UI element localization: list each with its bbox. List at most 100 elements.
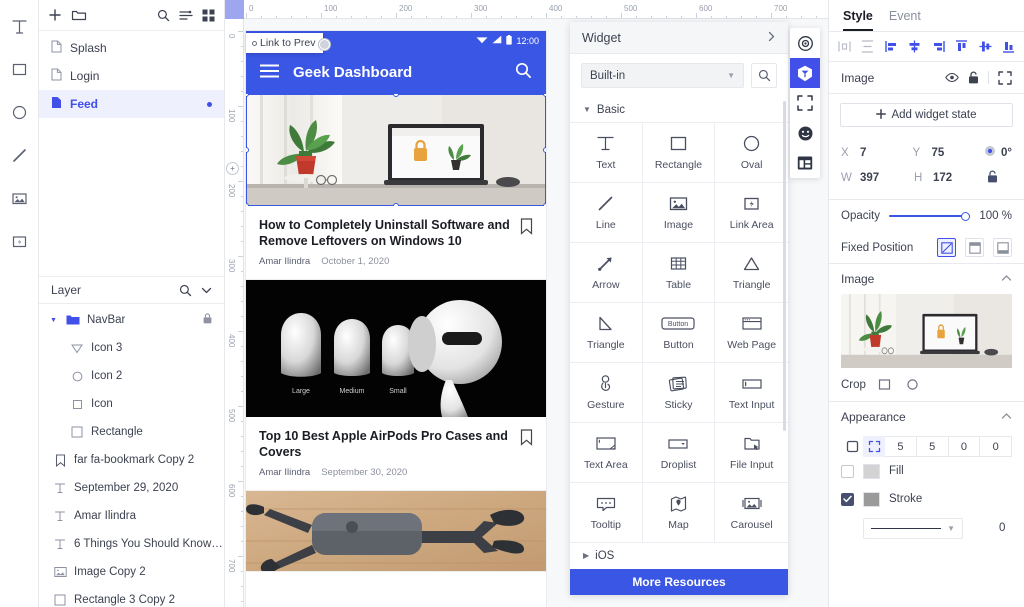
fit-icon[interactable] xyxy=(998,70,1012,85)
widget-file-input[interactable]: File Input xyxy=(715,423,788,483)
widget-table[interactable]: Table xyxy=(642,243,716,303)
eye-icon[interactable] xyxy=(945,72,959,83)
page-item-login[interactable]: Login xyxy=(39,62,224,90)
link-area-tool[interactable] xyxy=(5,227,33,255)
component-icon[interactable] xyxy=(790,148,820,178)
widget-rectangle[interactable]: Rectangle xyxy=(642,123,716,183)
line-tool[interactable] xyxy=(5,141,33,169)
unlock-icon[interactable] xyxy=(987,169,998,186)
crop-ellipse-button[interactable] xyxy=(903,375,922,394)
unlock-icon[interactable] xyxy=(968,71,979,84)
stroke-color-swatch[interactable] xyxy=(863,491,880,507)
widget-gesture[interactable]: Gesture xyxy=(570,363,643,423)
align-right-icon[interactable] xyxy=(929,37,947,57)
layer-item-bookmark[interactable]: far fa-bookmark Copy 2 xyxy=(39,446,224,474)
add-widget-state-button[interactable]: Add widget state xyxy=(840,103,1013,127)
corner-uniform-button[interactable] xyxy=(841,436,863,457)
widget-carousel[interactable]: Carousel xyxy=(715,483,788,543)
bookmark-icon[interactable] xyxy=(520,428,533,478)
widget-triangle-right[interactable]: Triangle xyxy=(570,303,643,363)
fixed-top-button[interactable] xyxy=(965,238,984,257)
widget-web-page[interactable]: Web Page xyxy=(715,303,788,363)
article-image-1[interactable] xyxy=(246,94,546,206)
align-center-vertical-icon[interactable] xyxy=(976,37,994,57)
corner-individual-button[interactable] xyxy=(863,436,885,457)
corner-br-field[interactable]: 0 xyxy=(948,436,981,457)
widget-text[interactable]: Text xyxy=(570,123,643,183)
add-icon[interactable] xyxy=(48,8,62,22)
fixed-none-button[interactable] xyxy=(937,238,956,257)
text-tool[interactable] xyxy=(5,12,33,40)
crop-rectangle-button[interactable] xyxy=(875,375,894,394)
widget-sticky[interactable]: Sticky xyxy=(642,363,716,423)
layer-item-rectangle-3-copy-2[interactable]: Rectangle 3 Copy 2 xyxy=(39,586,224,607)
layer-item-icon-2[interactable]: Icon 2 xyxy=(39,362,224,390)
search-icon[interactable] xyxy=(157,9,170,22)
article-image-3[interactable] xyxy=(246,491,546,571)
widget-triangle-up[interactable]: Triangle xyxy=(715,243,788,303)
layer-item-icon-3[interactable]: Icon 3 xyxy=(39,334,224,362)
aspect-lock-field[interactable] xyxy=(987,169,1012,186)
page-item-splash[interactable]: Splash xyxy=(39,34,224,62)
widget-section-ios[interactable]: ▶ iOS xyxy=(570,543,788,568)
widget-line[interactable]: Line xyxy=(570,183,643,243)
widget-oval[interactable]: Oval xyxy=(715,123,788,183)
corner-tl-field[interactable]: 5 xyxy=(885,436,917,457)
distribute-vertical-icon[interactable] xyxy=(859,37,877,57)
layer-item-navbar[interactable]: ▼ NavBar xyxy=(39,306,224,334)
more-resources-button[interactable]: More Resources xyxy=(570,569,788,595)
widget-tooltip[interactable]: Tooltip xyxy=(570,483,643,543)
image-preview-thumbnail[interactable] xyxy=(841,294,1012,368)
artboard[interactable]: 12:00 Geek Dashboard How to Completely U… xyxy=(246,31,546,607)
widget-search-button[interactable] xyxy=(751,63,777,88)
layer-search-icon[interactable] xyxy=(179,284,192,297)
page-item-feed[interactable]: Feed xyxy=(39,90,224,118)
widget-button[interactable]: Button Button xyxy=(642,303,716,363)
stroke-checkbox[interactable] xyxy=(841,492,854,506)
align-center-horizontal-icon[interactable] xyxy=(906,37,924,57)
widget-icon[interactable] xyxy=(790,58,820,88)
layer-item-rectangle[interactable]: Rectangle xyxy=(39,418,224,446)
rotation-field[interactable]: 0° xyxy=(984,145,1012,160)
layer-chevron-down-icon[interactable] xyxy=(201,286,212,295)
widget-library-select[interactable]: Built-in ▼ xyxy=(581,63,744,88)
layer-item-date-sep-29[interactable]: September 29, 2020 xyxy=(39,474,224,502)
sort-icon[interactable] xyxy=(179,9,193,22)
widget-arrow[interactable]: Arrow xyxy=(570,243,643,303)
layer-item-headline[interactable]: 6 Things You Should Know ... xyxy=(39,530,224,558)
link-handle[interactable] xyxy=(319,39,330,50)
widget-section-basic[interactable]: ▼ Basic xyxy=(570,97,788,122)
opacity-slider[interactable] xyxy=(889,210,971,222)
caret-down-icon[interactable]: ▼ xyxy=(50,317,59,324)
distribute-horizontal-icon[interactable] xyxy=(835,37,853,57)
chevron-right-icon[interactable] xyxy=(767,31,776,45)
stroke-width-value[interactable]: 0 xyxy=(999,522,1005,534)
layer-item-author[interactable]: Amar Ilindra xyxy=(39,502,224,530)
resize-icon[interactable] xyxy=(790,88,820,118)
widget-scroll-area[interactable]: ▼ Basic Text Rectangle Oval Line Image L… xyxy=(570,97,788,569)
oval-tool[interactable] xyxy=(5,98,33,126)
new-folder-icon[interactable] xyxy=(71,8,87,22)
x-field[interactable]: X 7 xyxy=(841,147,913,159)
interaction-icon[interactable] xyxy=(790,28,820,58)
height-field[interactable]: H 172 xyxy=(914,172,987,184)
align-top-icon[interactable] xyxy=(953,37,971,57)
stroke-style-select[interactable]: ▼ xyxy=(863,517,963,539)
search-icon[interactable] xyxy=(515,62,532,82)
widget-text-area[interactable]: Text Area xyxy=(570,423,643,483)
emoji-icon[interactable] xyxy=(790,118,820,148)
fill-color-swatch[interactable] xyxy=(863,463,880,479)
bookmark-icon[interactable] xyxy=(520,217,533,267)
article-image-2[interactable]: Large Medium Small xyxy=(246,280,546,417)
y-field[interactable]: Y 75 xyxy=(913,147,985,159)
hamburger-icon[interactable] xyxy=(259,64,280,81)
layer-item-icon[interactable]: Icon xyxy=(39,390,224,418)
fill-checkbox[interactable] xyxy=(841,464,854,478)
lock-icon[interactable] xyxy=(203,313,212,327)
align-bottom-icon[interactable] xyxy=(1000,37,1018,57)
link-to-prev-badge[interactable]: Link to Prev xyxy=(246,33,324,53)
width-field[interactable]: W 397 xyxy=(841,172,914,184)
widget-scrollbar[interactable] xyxy=(783,101,786,431)
widget-map[interactable]: Map xyxy=(642,483,716,543)
tab-style[interactable]: Style xyxy=(843,9,873,31)
